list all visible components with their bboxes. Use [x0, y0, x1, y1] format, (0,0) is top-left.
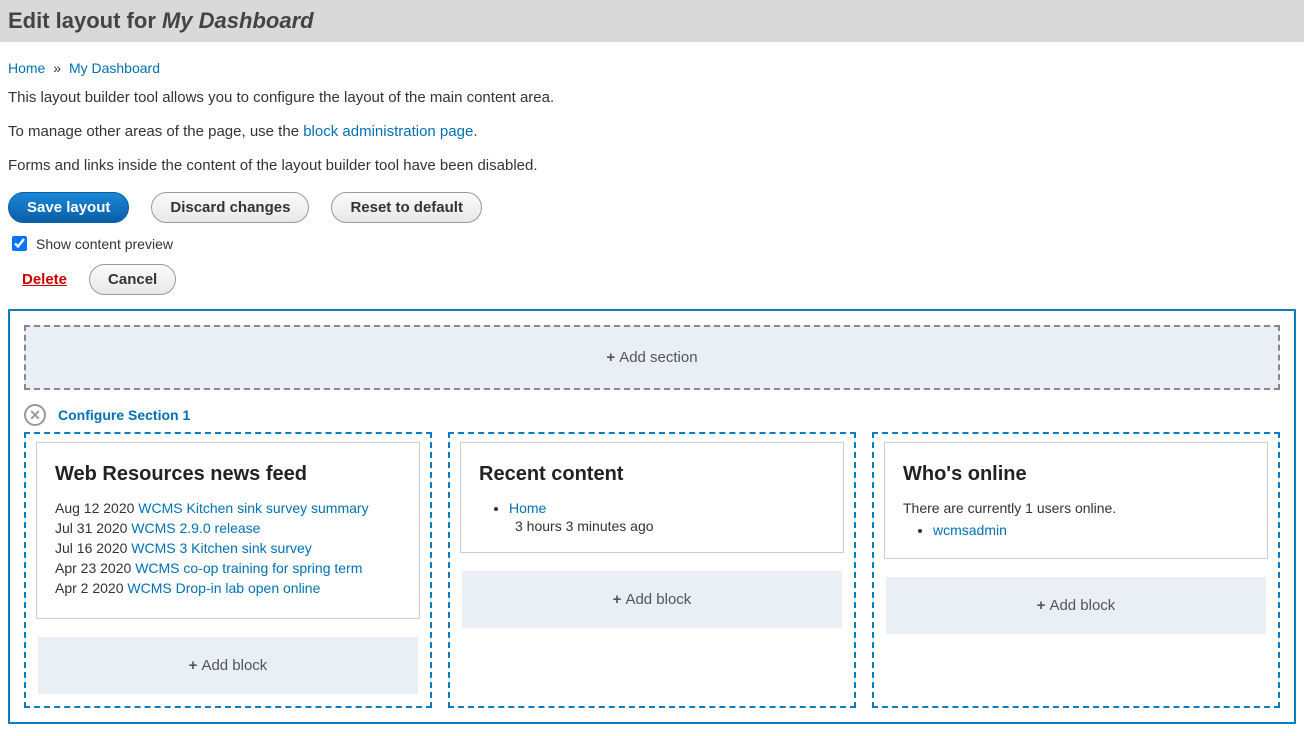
- list-item: Jul 16 2020 WCMS 3 Kitchen sink survey: [55, 540, 401, 556]
- add-block-label: Add block: [201, 657, 267, 674]
- plus-icon: +: [1037, 597, 1046, 614]
- configure-section-link[interactable]: Configure Section 1: [58, 407, 190, 423]
- cancel-button[interactable]: Cancel: [89, 264, 176, 295]
- list-item: wcmsadmin: [933, 522, 1249, 538]
- intro-line1: This layout builder tool allows you to c…: [8, 86, 1296, 110]
- region-1: Web Resources news feed Aug 12 2020 WCMS…: [24, 432, 432, 708]
- plus-icon: +: [189, 657, 198, 674]
- plus-icon: +: [613, 591, 622, 608]
- recent-content-block: Recent content Home 3 hours 3 minutes ag…: [460, 442, 844, 553]
- plus-icon: +: [606, 349, 615, 366]
- remove-section-button[interactable]: ✕: [24, 404, 46, 426]
- primary-button-row: Save layout Discard changes Reset to def…: [8, 192, 1296, 223]
- layout-builder: +Add section ✕ Configure Section 1 Web R…: [8, 309, 1296, 724]
- news-link[interactable]: WCMS 3 Kitchen sink survey: [131, 540, 312, 556]
- section-1-header: ✕ Configure Section 1: [24, 404, 1280, 426]
- show-preview-checkbox[interactable]: [12, 236, 27, 251]
- page-title-prefix: Edit layout for: [8, 8, 162, 33]
- whos-online-block: Who's online There are currently 1 users…: [884, 442, 1268, 559]
- show-preview-label: Show content preview: [36, 236, 173, 252]
- page-title: Edit layout for My Dashboard: [8, 8, 1296, 34]
- list-item: Apr 23 2020 WCMS co-op training for spri…: [55, 560, 401, 576]
- delete-link[interactable]: Delete: [22, 271, 67, 288]
- list-item: Apr 2 2020 WCMS Drop-in lab open online: [55, 580, 401, 596]
- list-item: Jul 31 2020 WCMS 2.9.0 release: [55, 520, 401, 536]
- news-feed-block: Web Resources news feed Aug 12 2020 WCMS…: [36, 442, 420, 619]
- show-preview-row: Show content preview: [8, 233, 1296, 254]
- whos-online-summary: There are currently 1 users online.: [903, 500, 1249, 516]
- list-item: Aug 12 2020 WCMS Kitchen sink survey sum…: [55, 500, 401, 516]
- breadcrumb-separator: »: [53, 60, 61, 76]
- add-block-label: Add block: [625, 591, 691, 608]
- region-2: Recent content Home 3 hours 3 minutes ag…: [448, 432, 856, 708]
- intro-line2: To manage other areas of the page, use t…: [8, 120, 1296, 144]
- news-link[interactable]: WCMS Kitchen sink survey summary: [138, 500, 368, 516]
- add-block-label: Add block: [1049, 597, 1115, 614]
- recent-item-time: 3 hours 3 minutes ago: [479, 518, 825, 534]
- breadcrumb: Home » My Dashboard: [8, 60, 1296, 76]
- breadcrumb-current[interactable]: My Dashboard: [69, 60, 160, 76]
- news-link[interactable]: WCMS 2.9.0 release: [131, 520, 260, 536]
- add-block-button[interactable]: +Add block: [886, 577, 1266, 634]
- recent-item-link[interactable]: Home: [509, 500, 546, 516]
- block-admin-link[interactable]: block administration page: [303, 123, 473, 140]
- breadcrumb-home[interactable]: Home: [8, 60, 45, 76]
- intro-line3: Forms and links inside the content of th…: [8, 154, 1296, 178]
- secondary-action-row: Delete Cancel: [8, 264, 1296, 295]
- section-1-row: Web Resources news feed Aug 12 2020 WCMS…: [24, 432, 1280, 708]
- whos-online-title: Who's online: [903, 463, 1249, 486]
- add-block-button[interactable]: +Add block: [462, 571, 842, 628]
- discard-changes-button[interactable]: Discard changes: [151, 192, 309, 223]
- add-block-button[interactable]: +Add block: [38, 637, 418, 694]
- page-header: Edit layout for My Dashboard: [0, 0, 1304, 42]
- add-section-label: Add section: [619, 349, 697, 366]
- news-feed-title: Web Resources news feed: [55, 463, 401, 486]
- online-user-link[interactable]: wcmsadmin: [933, 522, 1007, 538]
- save-layout-button[interactable]: Save layout: [8, 192, 129, 223]
- add-section-button[interactable]: +Add section: [24, 325, 1280, 390]
- list-item: Home: [509, 500, 825, 516]
- recent-content-title: Recent content: [479, 463, 825, 486]
- region-3: Who's online There are currently 1 users…: [872, 432, 1280, 708]
- close-icon: ✕: [29, 408, 41, 422]
- news-link[interactable]: WCMS Drop-in lab open online: [127, 580, 320, 596]
- page-title-name: My Dashboard: [162, 8, 314, 33]
- reset-default-button[interactable]: Reset to default: [331, 192, 482, 223]
- news-link[interactable]: WCMS co-op training for spring term: [135, 560, 362, 576]
